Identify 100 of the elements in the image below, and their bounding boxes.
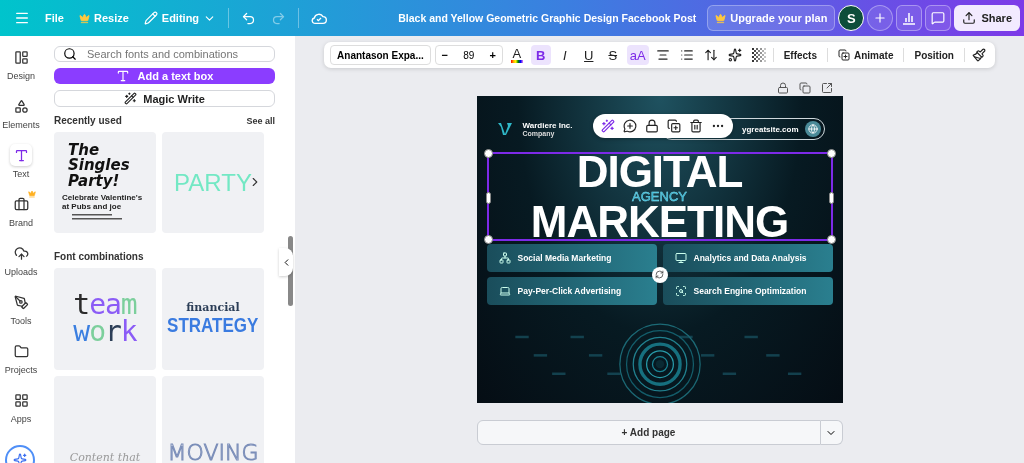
sidebar-item[interactable]: Projects — [0, 340, 42, 381]
service-label: Search Engine Optimization — [662, 277, 833, 306]
position-button[interactable]: Position — [908, 49, 960, 61]
scan-search-icon — [674, 285, 687, 298]
crown-icon — [715, 12, 727, 24]
magic-write-button[interactable]: Magic Write — [54, 90, 275, 107]
font-size-value: 89 — [462, 49, 476, 61]
pencil-icon — [143, 11, 158, 25]
checkerboard-icon — [751, 48, 766, 62]
font-combination-card[interactable]: financial STRATEGY — [162, 268, 264, 370]
spacing-icon — [703, 48, 718, 62]
collapse-panel-button[interactable] — [279, 248, 293, 276]
bar-chart-icon — [902, 11, 917, 25]
resize-handle[interactable] — [483, 235, 493, 245]
share-button[interactable]: Share — [954, 5, 1020, 31]
card-word: work — [73, 319, 137, 346]
resize-handle[interactable] — [826, 235, 836, 245]
crown-icon — [78, 12, 90, 24]
service-label: Social Media Marketing — [486, 244, 657, 273]
sidebar-item[interactable]: Design — [0, 46, 42, 87]
upload-icon — [962, 11, 977, 25]
section-title: Recently used — [54, 115, 122, 126]
service-label: Pay-Per-Click Advertising — [486, 277, 657, 306]
card-title: Content that — [69, 450, 141, 463]
service-label: Analytics and Data Analysis — [662, 244, 833, 273]
folder-icon — [13, 343, 29, 359]
lock-icon[interactable] — [776, 82, 789, 94]
card-word: team — [73, 292, 137, 319]
cloud-upload-icon — [13, 245, 29, 261]
resize-handle[interactable] — [828, 192, 834, 204]
menu-icon — [14, 10, 30, 26]
lock-icon[interactable] — [644, 119, 659, 133]
underline-button[interactable]: U — [578, 45, 599, 65]
duplicate-icon[interactable] — [666, 119, 681, 133]
briefcase-icon — [13, 196, 29, 212]
increase-size-button[interactable]: + — [483, 49, 502, 61]
redo-icon — [271, 10, 287, 26]
delete-icon[interactable] — [688, 119, 703, 133]
network-icon — [498, 252, 511, 265]
layout-icon — [13, 49, 29, 65]
animate-button[interactable]: Animate — [832, 49, 900, 61]
sidebar-item[interactable]: Tools — [0, 291, 42, 332]
letter-case-button[interactable]: aA — [626, 45, 649, 65]
comment-button[interactable] — [925, 5, 952, 31]
section-title: Font combinations — [54, 251, 144, 262]
add-collaborator-button[interactable] — [867, 5, 894, 31]
font-select[interactable]: Anantason Expa... — [330, 45, 431, 65]
upgrade-button[interactable]: Upgrade your plan — [707, 5, 836, 31]
insights-button[interactable] — [896, 5, 923, 31]
see-all-link[interactable]: See all — [246, 115, 275, 126]
text-color-button[interactable]: A — [506, 45, 527, 65]
overlay-text: AGENCY — [632, 190, 687, 204]
sidebar-item[interactable]: Text — [0, 144, 42, 185]
sparkle-icon — [727, 48, 742, 62]
sidebar-item[interactable]: Brand — [0, 193, 42, 234]
headline-text: MARKETING — [530, 204, 789, 240]
resize-handle[interactable] — [483, 149, 493, 158]
magic-edit-icon[interactable] — [600, 119, 615, 133]
card-subtitle: financial — [186, 301, 240, 314]
monitor-icon — [674, 252, 687, 265]
sidebar-item[interactable]: Apps — [0, 389, 42, 430]
sidebar-item[interactable]: Uploads — [0, 242, 42, 283]
align-center-icon — [655, 48, 670, 62]
sparkle-icon — [13, 453, 27, 463]
card-title: MOVING — [167, 439, 259, 463]
italic-button[interactable]: I — [554, 45, 575, 65]
comment-icon — [931, 11, 946, 25]
document-title[interactable]: Black and Yellow Geometric Graphic Design Facebook Post — [398, 12, 697, 24]
card-title: STRATEGY — [167, 314, 259, 337]
grid-icon — [13, 392, 29, 408]
text-icon — [115, 69, 130, 83]
effects-button[interactable]: Effects — [777, 49, 823, 61]
resize-handle[interactable] — [826, 149, 836, 158]
card-title: The Singles Party! — [68, 142, 131, 190]
strikethrough-button[interactable]: S — [602, 45, 623, 65]
font-size-field[interactable]: − 89 + — [434, 45, 503, 65]
shapes-icon — [13, 98, 29, 114]
paint-roller-icon — [971, 48, 986, 62]
font-combination-card[interactable]: team work — [54, 268, 156, 370]
text-template-card[interactable]: The Singles Party! Celebrate Valentine's at Pubs and joe — [54, 132, 156, 233]
headline-text: DIGITAL — [576, 154, 743, 190]
add-text-box-button[interactable]: Add a text box — [54, 68, 275, 84]
decrease-size-button[interactable]: − — [435, 49, 454, 61]
magic-wand-icon — [124, 92, 138, 105]
crown-icon — [28, 190, 36, 198]
resize-handle[interactable] — [485, 192, 491, 204]
search-field[interactable]: Search fonts and combinations — [54, 46, 275, 62]
user-avatar[interactable]: S — [838, 5, 865, 31]
card-subtitle: Celebrate Valentine's at Pubs and joe — [62, 192, 144, 212]
add-page-options-button[interactable] — [820, 420, 843, 445]
list-icon — [679, 48, 694, 62]
sidebar-item[interactable]: Elements — [0, 95, 42, 136]
share-page-icon[interactable] — [820, 82, 833, 94]
text-icon — [13, 147, 29, 163]
pen-icon — [13, 294, 29, 310]
plus-icon — [873, 11, 888, 25]
bold-button[interactable]: B — [530, 45, 551, 65]
color-strip — [510, 60, 523, 63]
comment-icon[interactable] — [622, 119, 637, 133]
add-page-button[interactable]: + Add page — [476, 420, 821, 445]
